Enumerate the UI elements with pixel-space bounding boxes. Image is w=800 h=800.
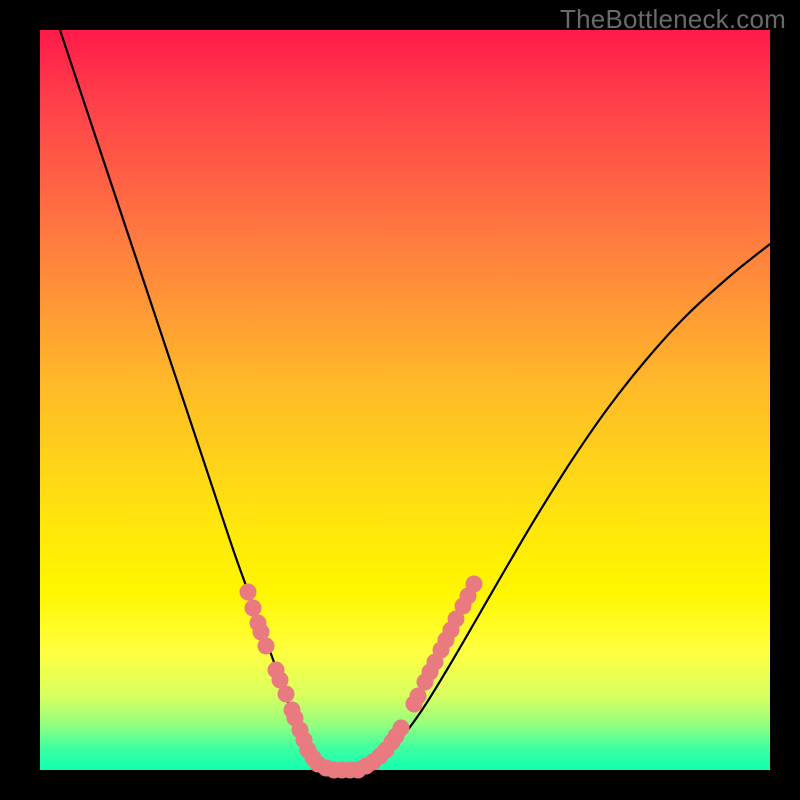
plot-area xyxy=(40,30,770,770)
curve-marker xyxy=(278,686,295,703)
curve-marker xyxy=(245,600,262,617)
chart-svg xyxy=(40,30,770,770)
curve-marker xyxy=(258,638,275,655)
bottleneck-curve xyxy=(60,30,770,771)
curve-marker xyxy=(240,584,257,601)
curve-marker xyxy=(466,576,483,593)
curve-markers xyxy=(240,576,483,779)
chart-frame: TheBottleneck.com xyxy=(0,0,800,800)
curve-marker xyxy=(393,720,410,737)
